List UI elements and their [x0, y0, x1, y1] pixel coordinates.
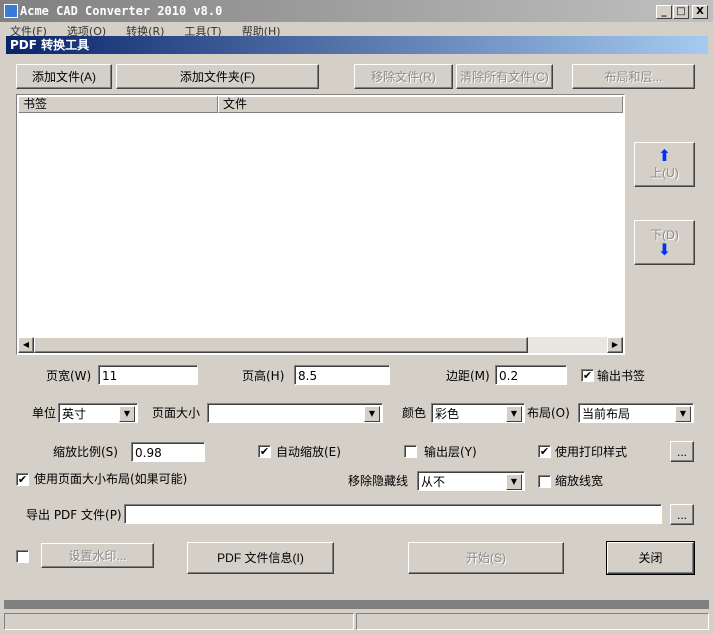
page-size-label: 页面大小 — [152, 406, 201, 420]
minimize-button[interactable]: _ — [656, 5, 672, 19]
export-browse-button[interactable]: ... — [670, 504, 694, 525]
auto-scale-label: 自动缩放(E) — [276, 445, 341, 459]
unit-label: 单位 — [32, 406, 57, 420]
unit-value: 英寸 — [62, 407, 87, 421]
layout-select[interactable]: 当前布局 ▼ — [578, 403, 694, 423]
close-window-button[interactable]: X — [692, 5, 708, 19]
remove-hidden-select[interactable]: 从不 ▼ — [417, 471, 525, 491]
add-file-button[interactable]: 添加文件(A) — [16, 64, 112, 89]
add-folder-button[interactable]: 添加文件夹(F) — [116, 64, 319, 89]
output-layers-checkbox[interactable] — [404, 445, 417, 458]
chevron-down-icon[interactable]: ▼ — [506, 474, 522, 490]
move-down-button[interactable]: 下(D) ⬇ — [634, 220, 695, 265]
progress-bar — [4, 600, 709, 609]
layout-label: 布局(O) — [527, 406, 570, 420]
margin-label: 边距(M) — [446, 369, 490, 383]
margin-input[interactable]: 0.2 — [495, 365, 567, 385]
menu-file[interactable]: 文件(F) — [10, 25, 47, 36]
column-file[interactable]: 文件 — [218, 96, 623, 113]
watermark-button[interactable]: 设置水印... — [41, 543, 154, 568]
scale-lineweight-label: 缩放线宽 — [555, 474, 604, 488]
horizontal-scrollbar[interactable]: ◀ ▶ — [18, 337, 623, 353]
start-button[interactable]: 开始(S) — [408, 542, 564, 574]
column-bookmark[interactable]: 书签 — [18, 96, 218, 113]
plot-style-browse-button[interactable]: ... — [670, 441, 694, 462]
move-down-label: 下(D) — [650, 227, 679, 242]
color-value: 彩色 — [435, 407, 460, 421]
use-plot-style-label: 使用打印样式 — [555, 445, 628, 459]
window-title: Acme CAD Converter 2010 v8.0 — [20, 4, 223, 18]
chevron-down-icon[interactable]: ▼ — [119, 406, 135, 422]
app-icon — [4, 4, 18, 18]
status-bar-right — [356, 613, 709, 630]
use-page-layout-checkbox[interactable]: ✔ — [16, 473, 29, 486]
page-width-input[interactable]: 11 — [98, 365, 198, 385]
use-plot-style-checkbox[interactable]: ✔ — [538, 445, 551, 458]
output-bookmark-label: 输出书签 — [597, 369, 646, 383]
scroll-right-icon[interactable]: ▶ — [607, 337, 623, 353]
use-page-layout-label: 使用页面大小布局(如果可能) — [34, 472, 188, 486]
export-pdf-label: 导出 PDF 文件(P) — [26, 508, 122, 522]
maximize-button[interactable]: □ — [673, 5, 689, 19]
color-label: 颜色 — [402, 406, 427, 420]
layout-value: 当前布局 — [582, 407, 631, 421]
menu-convert[interactable]: 转换(R) — [126, 25, 164, 36]
page-size-select[interactable]: ▼ — [207, 403, 383, 423]
output-bookmark-checkbox[interactable]: ✔ — [581, 369, 594, 382]
page-width-label: 页宽(W) — [46, 369, 92, 383]
scroll-thumb[interactable] — [34, 337, 528, 353]
remove-file-button[interactable]: 移除文件(R) — [354, 64, 453, 89]
status-bar — [4, 613, 354, 630]
scale-lineweight-checkbox[interactable] — [538, 475, 551, 488]
dialog-title: PDF 转换工具 — [6, 36, 708, 54]
remove-hidden-value: 从不 — [421, 475, 446, 489]
scale-label: 缩放比例(S) — [53, 445, 118, 459]
arrow-up-icon: ⬆ — [657, 147, 672, 165]
menu-bar: 文件(F) 选项(O) 转换(R) 工具(T) 帮助(H) — [0, 22, 713, 36]
scroll-left-icon[interactable]: ◀ — [18, 337, 34, 353]
close-button[interactable]: 关闭 — [606, 541, 695, 575]
arrow-down-icon: ⬇ — [657, 241, 672, 259]
output-layers-label: 输出层(Y) — [424, 445, 477, 459]
color-select[interactable]: 彩色 ▼ — [431, 403, 525, 423]
chevron-down-icon[interactable]: ▼ — [506, 406, 522, 422]
export-pdf-input[interactable] — [124, 504, 662, 524]
chevron-down-icon[interactable]: ▼ — [675, 406, 691, 422]
chevron-down-icon[interactable]: ▼ — [364, 406, 380, 422]
file-list[interactable]: 书签 文件 ◀ ▶ — [16, 94, 625, 355]
menu-options[interactable]: 选项(O) — [67, 25, 106, 36]
clear-all-button[interactable]: 清除所有文件(C) — [456, 64, 553, 89]
unit-select[interactable]: 英寸 ▼ — [58, 403, 138, 423]
menu-tools[interactable]: 工具(T) — [184, 25, 221, 36]
layouts-layers-button[interactable]: 布局和层... — [572, 64, 695, 89]
menu-help[interactable]: 帮助(H) — [242, 25, 281, 36]
pdf-info-button[interactable]: PDF 文件信息(I) — [187, 542, 334, 574]
scale-input[interactable]: 0.98 — [131, 442, 205, 462]
title-bar: Acme CAD Converter 2010 v8.0 — [0, 0, 713, 22]
page-height-label: 页高(H) — [242, 369, 285, 383]
auto-scale-checkbox[interactable]: ✔ — [258, 445, 271, 458]
move-up-button[interactable]: ⬆ 上(U) — [634, 142, 695, 187]
watermark-checkbox[interactable] — [16, 550, 29, 563]
page-height-input[interactable]: 8.5 — [294, 365, 390, 385]
move-up-label: 上(U) — [650, 165, 679, 180]
remove-hidden-label: 移除隐藏线 — [348, 474, 409, 488]
